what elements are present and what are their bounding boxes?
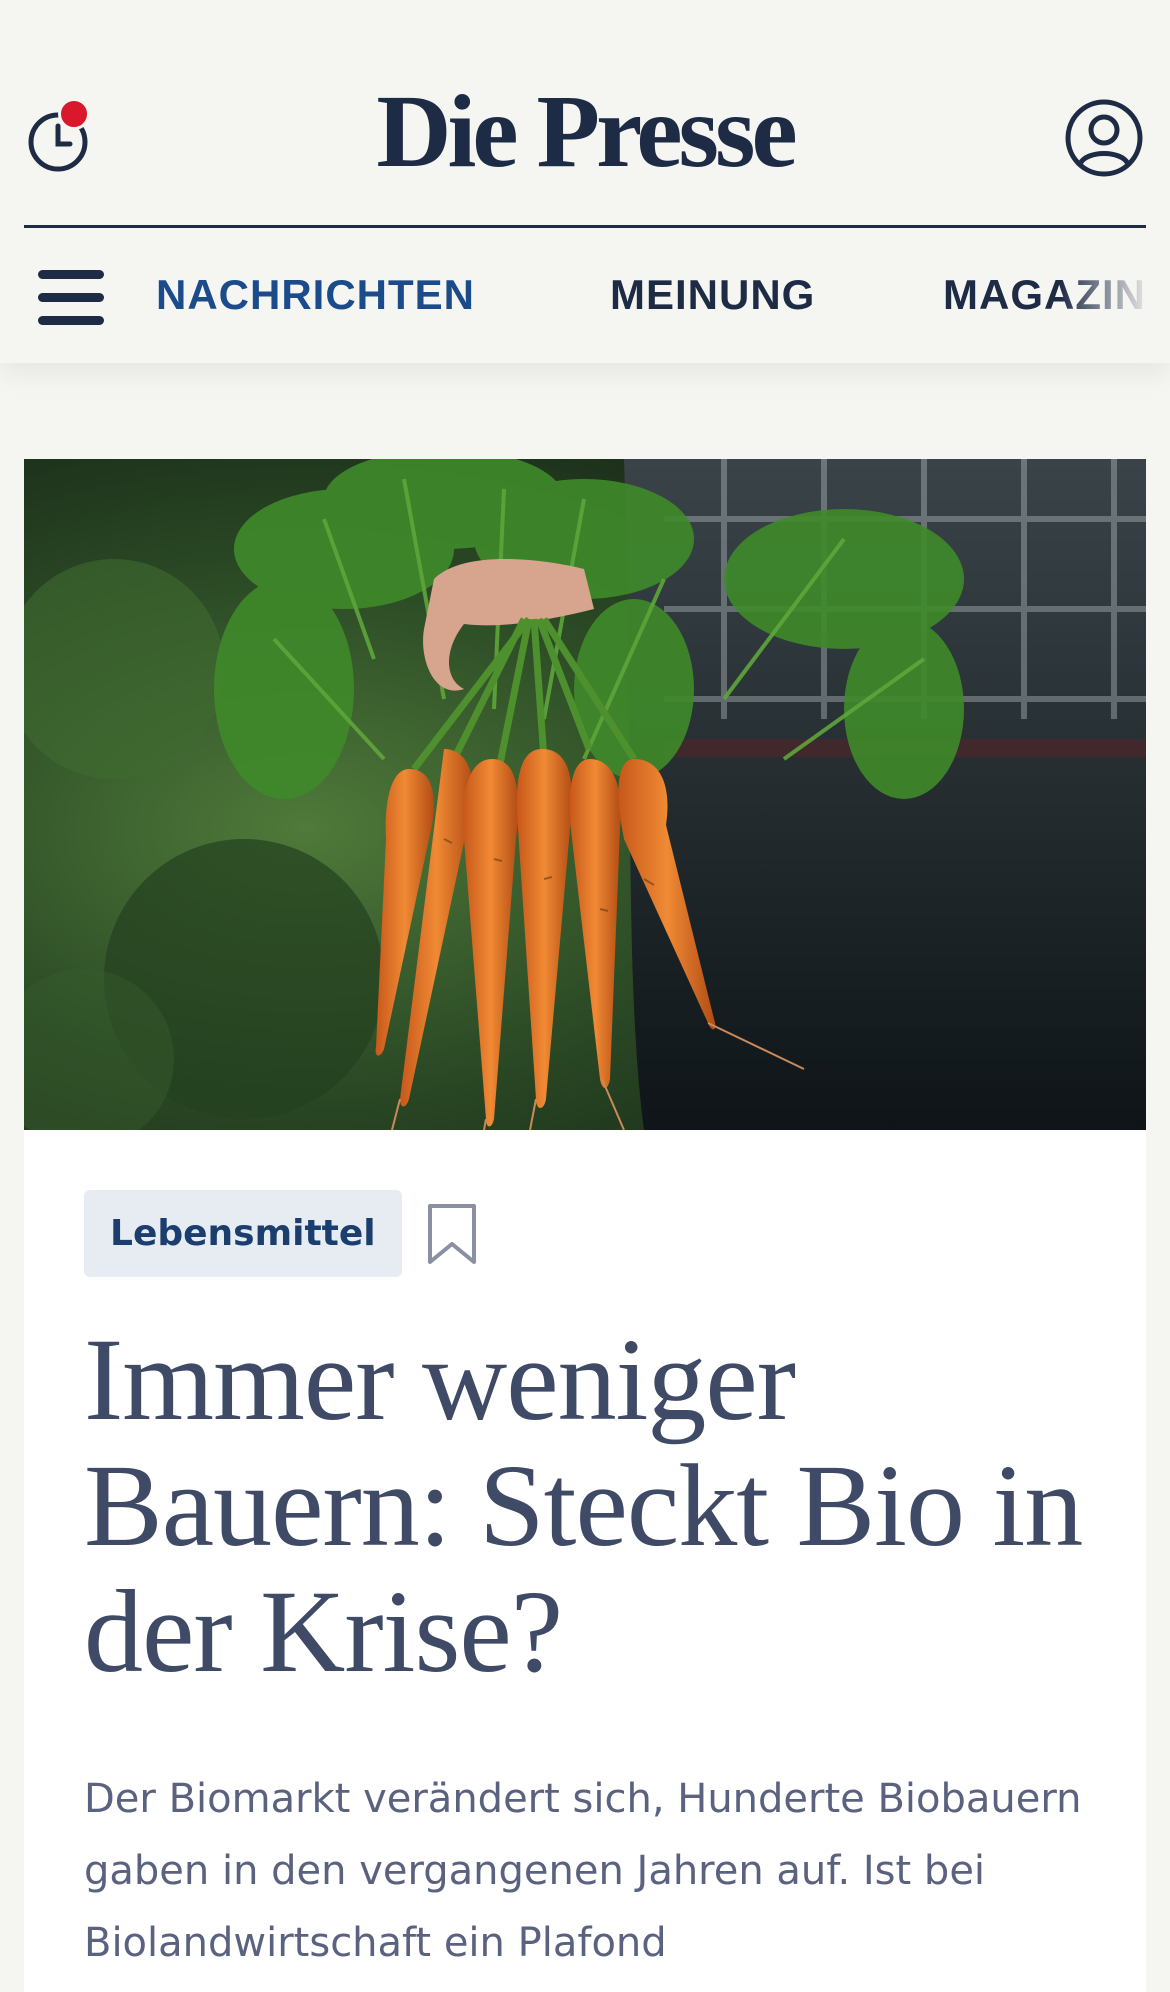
- article-hero-image[interactable]: [24, 459, 1146, 1130]
- article-teaser: Lebensmittel Immer weniger Bauern: Steck…: [84, 1190, 1086, 1979]
- account-button[interactable]: [1064, 98, 1144, 178]
- hamburger-menu-icon[interactable]: [38, 270, 106, 325]
- main-nav: NACHRICHTEN MEINUNG MAGAZIN: [0, 228, 1170, 363]
- site-logo[interactable]: Die Presse: [0, 80, 1170, 184]
- tag-row: Lebensmittel: [84, 1190, 1086, 1277]
- nav-item-nachrichten[interactable]: NACHRICHTEN: [156, 270, 475, 320]
- category-tag[interactable]: Lebensmittel: [84, 1190, 402, 1277]
- bookmark-button[interactable]: [426, 1202, 478, 1266]
- bookmark-icon: [427, 1203, 476, 1264]
- site-header: Die Presse NACHRICHTEN MEINUNG MAGAZIN: [0, 0, 1170, 363]
- article-lead: Der Biomarkt verändert sich, Hunderte Bi…: [84, 1776, 1082, 1966]
- article-headline[interactable]: Immer weniger Bauern: Steckt Bio in der …: [84, 1317, 1086, 1695]
- article-card[interactable]: Lebensmittel Immer weniger Bauern: Steck…: [24, 459, 1146, 1992]
- user-account-icon: [1065, 99, 1143, 177]
- nav-scroll-fade: [1060, 228, 1170, 363]
- nav-item-meinung[interactable]: MEINUNG: [610, 270, 815, 320]
